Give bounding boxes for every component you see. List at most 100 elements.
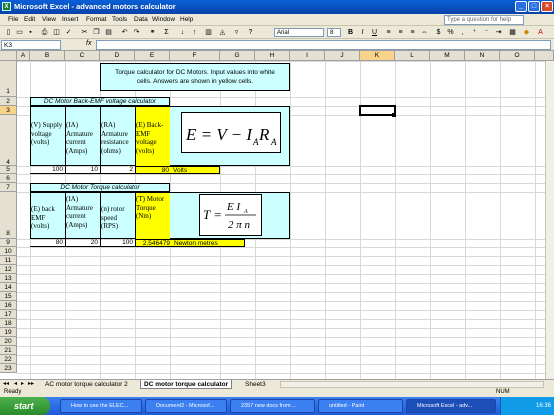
close-button[interactable]: ×: [541, 1, 553, 12]
print-icon[interactable]: ⎙: [40, 28, 49, 37]
drawing-icon[interactable]: ◬: [218, 28, 227, 37]
sort-desc-icon[interactable]: ↑: [190, 28, 199, 37]
formula-input[interactable]: [96, 40, 551, 50]
column-header-m[interactable]: M: [430, 51, 465, 61]
preview-icon[interactable]: ◫: [52, 28, 61, 37]
column-header-b[interactable]: B: [30, 51, 65, 61]
fx-icon[interactable]: fx: [86, 40, 91, 47]
tab-sheet3[interactable]: Sheet3: [242, 380, 269, 389]
menu-view[interactable]: View: [42, 16, 56, 23]
percent-icon[interactable]: %: [446, 28, 455, 37]
worksheet-grid[interactable]: A B C D E F G H I J K L M N O 1 2 3 4 5 …: [0, 51, 554, 379]
row-header-3[interactable]: 3: [0, 106, 17, 115]
active-cell-k3[interactable]: [359, 105, 396, 116]
help-search-input[interactable]: Type a question for help: [444, 15, 524, 25]
input-supply-voltage[interactable]: 100: [30, 166, 65, 173]
task-how-to-use[interactable]: How to use the ELEC...: [60, 399, 142, 413]
redo-icon[interactable]: ↷: [132, 28, 141, 37]
menu-file[interactable]: File: [8, 16, 18, 23]
row-header-7[interactable]: 7: [0, 183, 17, 192]
paste-icon[interactable]: ▤: [104, 28, 113, 37]
row-header-20[interactable]: 20: [0, 337, 17, 346]
row-header-16[interactable]: 16: [0, 301, 17, 310]
font-size-select[interactable]: 8: [327, 28, 341, 37]
fill-handle[interactable]: [392, 113, 396, 117]
spelling-icon[interactable]: ✓: [64, 28, 73, 37]
borders-icon[interactable]: ▦: [508, 28, 517, 37]
tab-dc-motor-torque-calculator[interactable]: DC motor torque calculator: [140, 380, 233, 389]
fill-color-icon[interactable]: ◆: [522, 28, 531, 37]
menu-data[interactable]: Data: [134, 16, 148, 23]
column-header-a[interactable]: A: [17, 51, 30, 61]
task-new-docs[interactable]: 2357 new docs from ...: [230, 399, 315, 413]
tab-prev-icon[interactable]: ◂: [14, 380, 17, 387]
autosum-icon[interactable]: Σ: [162, 28, 171, 37]
row-header-9[interactable]: 9: [0, 239, 17, 247]
align-right-icon[interactable]: ≡: [408, 28, 417, 37]
comma-icon[interactable]: ,: [458, 28, 467, 37]
column-header-f[interactable]: F: [170, 51, 220, 61]
menu-insert[interactable]: Insert: [62, 16, 78, 23]
task-paint[interactable]: untitled - Paint: [318, 399, 403, 413]
column-header-n[interactable]: N: [465, 51, 500, 61]
row-header-4[interactable]: 4: [0, 115, 17, 166]
menu-help[interactable]: Help: [180, 16, 193, 23]
zoom-icon[interactable]: ▿: [232, 28, 241, 37]
align-center-icon[interactable]: ≡: [396, 28, 405, 37]
column-header-j[interactable]: J: [325, 51, 360, 61]
tab-ac-motor-torque-calculator-2[interactable]: AC motor torque calculator 2: [42, 380, 131, 389]
horizontal-scrollbar[interactable]: [280, 381, 544, 388]
row-header-23[interactable]: 23: [0, 364, 17, 373]
maximize-button[interactable]: □: [528, 1, 540, 12]
menu-tools[interactable]: Tools: [112, 16, 127, 23]
vertical-scrollbar[interactable]: [545, 61, 554, 379]
excel-app-icon[interactable]: X: [2, 2, 11, 11]
font-name-select[interactable]: Arial: [274, 28, 324, 37]
column-header-g[interactable]: G: [220, 51, 255, 61]
row-header-17[interactable]: 17: [0, 310, 17, 319]
decrease-decimal-icon[interactable]: ⁻: [482, 28, 491, 37]
task-excel[interactable]: Microsoft Excel - adv...: [406, 399, 496, 413]
row-header-10[interactable]: 10: [0, 247, 17, 256]
undo-icon[interactable]: ↶: [120, 28, 129, 37]
font-color-icon[interactable]: A: [536, 28, 545, 37]
column-header-o[interactable]: O: [500, 51, 535, 61]
input-torque-armature-current[interactable]: 20: [65, 239, 100, 246]
tab-next-icon[interactable]: ▸: [21, 380, 24, 387]
row-header-11[interactable]: 11: [0, 256, 17, 265]
merge-icon[interactable]: ⇔: [420, 28, 429, 37]
new-icon[interactable]: ▯: [4, 28, 13, 37]
row-header-21[interactable]: 21: [0, 346, 17, 355]
input-back-emf[interactable]: 80: [30, 239, 65, 246]
column-header-e[interactable]: E: [135, 51, 170, 61]
column-header-l[interactable]: L: [395, 51, 430, 61]
indent-icon[interactable]: ⇥: [494, 28, 503, 37]
menu-format[interactable]: Format: [86, 16, 107, 23]
input-rotor-speed[interactable]: 100: [100, 239, 135, 246]
align-left-icon[interactable]: ≡: [384, 28, 393, 37]
start-button[interactable]: start: [0, 397, 50, 415]
underline-icon[interactable]: U: [370, 28, 379, 37]
row-header-5[interactable]: 5: [0, 166, 17, 174]
sort-asc-icon[interactable]: ↓: [178, 28, 187, 37]
menu-edit[interactable]: Edit: [24, 16, 35, 23]
column-header-k[interactable]: K: [360, 51, 395, 61]
input-armature-resistance[interactable]: 2: [100, 166, 135, 173]
row-header-19[interactable]: 19: [0, 328, 17, 337]
row-header-18[interactable]: 18: [0, 319, 17, 328]
name-box[interactable]: K3: [1, 40, 61, 50]
task-document2[interactable]: Document2 - Microsof...: [145, 399, 227, 413]
row-header-22[interactable]: 22: [0, 355, 17, 364]
column-header-d[interactable]: D: [100, 51, 135, 61]
bold-icon[interactable]: B: [346, 28, 355, 37]
column-header-c[interactable]: C: [65, 51, 100, 61]
row-header-6[interactable]: 6: [0, 174, 17, 183]
open-icon[interactable]: ▭: [15, 28, 24, 37]
help-icon[interactable]: ?: [246, 28, 255, 37]
minimize-button[interactable]: _: [515, 1, 527, 12]
input-armature-current[interactable]: 10: [65, 166, 100, 173]
increase-decimal-icon[interactable]: ⁺: [470, 28, 479, 37]
row-header-15[interactable]: 15: [0, 292, 17, 301]
row-header-14[interactable]: 14: [0, 283, 17, 292]
row-header-8[interactable]: 8: [0, 192, 17, 239]
